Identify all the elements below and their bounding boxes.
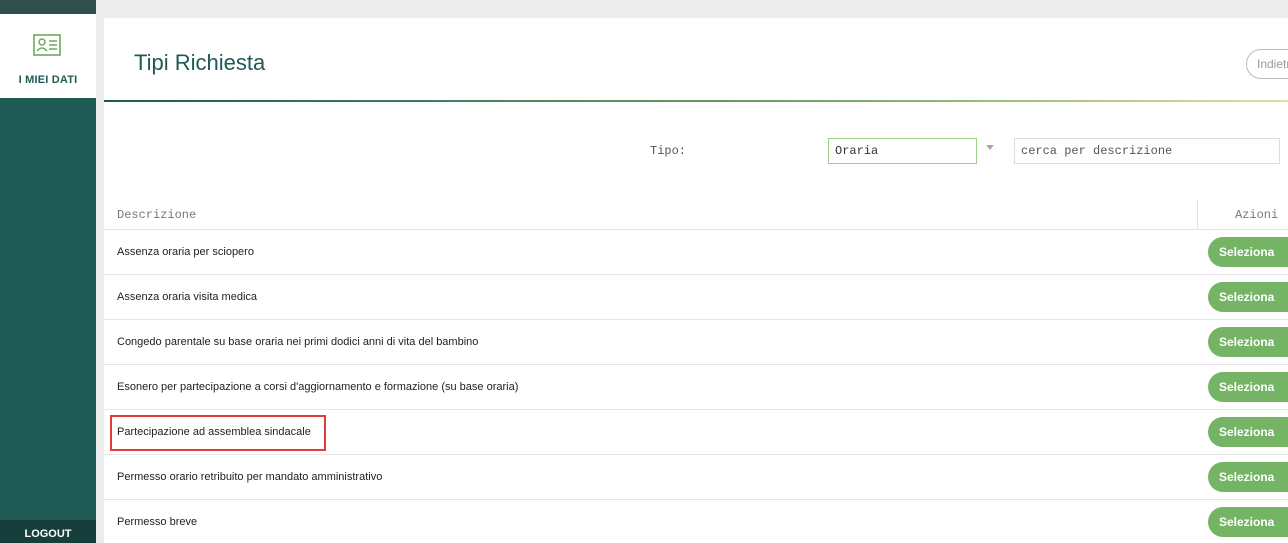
- select-button[interactable]: Seleziona: [1208, 282, 1288, 312]
- table-row: Congedo parentale su base oraria nei pri…: [104, 320, 1288, 365]
- row-description: Partecipazione ad assemblea sindacale: [117, 426, 311, 438]
- table-row: Permesso breve Seleziona: [104, 500, 1288, 543]
- profile-card-icon: [33, 34, 61, 56]
- select-button[interactable]: Seleziona: [1208, 372, 1288, 402]
- select-button[interactable]: Seleziona: [1208, 237, 1288, 267]
- table-row: Permesso orario retribuito per mandato a…: [104, 455, 1288, 500]
- select-button[interactable]: Seleziona: [1208, 327, 1288, 357]
- sidebar-item-label: I MIEI DATI: [18, 74, 78, 86]
- main-panel: Tipi Richiesta Indietro Tipo: Oraria cer…: [104, 18, 1288, 543]
- type-filter-label: Tipo:: [650, 144, 687, 158]
- column-header-description: Descrizione: [117, 208, 197, 222]
- sidebar-top-strip: [0, 0, 96, 14]
- page-title: Tipi Richiesta: [134, 50, 266, 75]
- chevron-down-icon[interactable]: [986, 145, 994, 150]
- table-row: Partecipazione ad assemblea sindacale Se…: [104, 410, 1288, 455]
- column-header-actions: Azioni: [1235, 208, 1279, 222]
- table-row: Assenza oraria per sciopero Seleziona: [104, 230, 1288, 275]
- select-button[interactable]: Seleziona: [1208, 507, 1288, 537]
- table-row: Esonero per partecipazione a corsi d'agg…: [104, 365, 1288, 410]
- table-row: Assenza oraria visita medica Seleziona: [104, 275, 1288, 320]
- type-select[interactable]: Oraria: [828, 138, 977, 164]
- table-header: Descrizione Azioni: [104, 200, 1288, 230]
- back-button[interactable]: Indietro: [1246, 49, 1288, 79]
- column-separator: [1197, 200, 1198, 230]
- select-button[interactable]: Seleziona: [1208, 417, 1288, 447]
- logout-button[interactable]: LOGOUT: [0, 520, 96, 543]
- header-divider: [104, 100, 1288, 102]
- search-input[interactable]: cerca per descrizione: [1014, 138, 1280, 164]
- row-description: Assenza oraria per sciopero: [117, 246, 254, 258]
- sidebar: I MIEI DATI LOGOUT: [0, 0, 96, 543]
- row-description: Assenza oraria visita medica: [117, 291, 258, 303]
- select-button[interactable]: Seleziona: [1208, 462, 1288, 492]
- row-description: Permesso breve: [117, 516, 198, 528]
- row-description: Congedo parentale su base oraria nei pri…: [117, 336, 479, 348]
- row-description: Esonero per partecipazione a corsi d'agg…: [117, 381, 519, 393]
- sidebar-item-my-data[interactable]: I MIEI DATI: [0, 14, 96, 98]
- row-description: Permesso orario retribuito per mandato a…: [117, 471, 383, 483]
